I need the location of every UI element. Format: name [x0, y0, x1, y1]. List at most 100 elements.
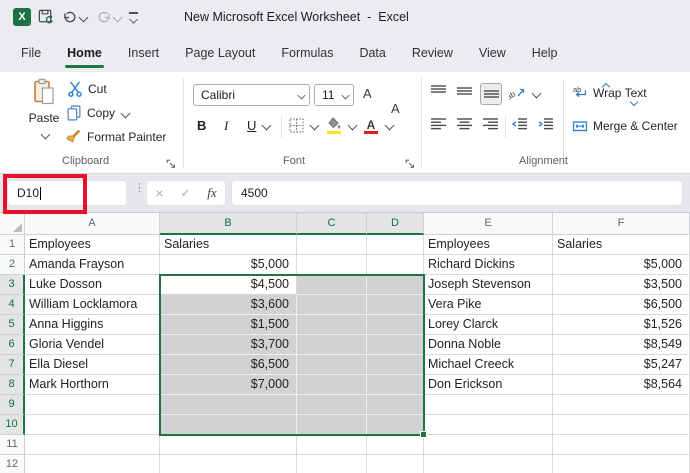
- row-header-5[interactable]: 5: [0, 315, 25, 335]
- cell-F4[interactable]: $6,500: [553, 295, 690, 315]
- cell-B12[interactable]: [160, 455, 297, 473]
- borders-dropdown-icon[interactable]: [310, 121, 320, 131]
- cell-E2[interactable]: Richard Dickins: [424, 255, 553, 275]
- cell-E7[interactable]: Michael Creeck: [424, 355, 553, 375]
- cell-C2[interactable]: [297, 255, 367, 275]
- font-color-dropdown-icon[interactable]: [385, 120, 395, 130]
- align-center-button[interactable]: [456, 118, 472, 134]
- col-header-C[interactable]: C: [297, 213, 367, 235]
- font-name-dropdown-icon[interactable]: [298, 91, 306, 99]
- cell-F5[interactable]: $1,526: [553, 315, 690, 335]
- copy-dropdown-icon[interactable]: [121, 108, 131, 118]
- cell-F7[interactable]: $5,247: [553, 355, 690, 375]
- align-right-button[interactable]: [482, 118, 498, 134]
- cell-F12[interactable]: [553, 455, 690, 473]
- middle-align-button[interactable]: [456, 85, 472, 101]
- formula-bar-handle[interactable]: ⋮: [134, 186, 145, 191]
- cell-F10[interactable]: [553, 415, 690, 435]
- col-header-A[interactable]: A: [25, 213, 160, 235]
- underline-dropdown-icon[interactable]: [262, 121, 272, 131]
- cell-F2[interactable]: $5,000: [553, 255, 690, 275]
- cell-C11[interactable]: [297, 435, 367, 455]
- cell-D2[interactable]: [367, 255, 424, 275]
- row-header-1[interactable]: 1: [0, 235, 25, 255]
- insert-function-icon[interactable]: fx: [207, 185, 216, 201]
- row-header-3[interactable]: 3: [0, 275, 25, 295]
- cell-B2[interactable]: $5,000: [160, 255, 297, 275]
- undo-button[interactable]: [62, 9, 87, 25]
- fill-color-dropdown-icon[interactable]: [348, 120, 358, 130]
- merge-center-button[interactable]: Merge & Center: [572, 118, 678, 134]
- tab-help[interactable]: Help: [519, 34, 571, 72]
- tab-data[interactable]: Data: [346, 34, 398, 72]
- increase-indent-button[interactable]: [537, 118, 553, 134]
- save-button[interactable]: [38, 9, 54, 25]
- font-color-button[interactable]: A: [363, 116, 393, 134]
- fill-color-button[interactable]: [326, 116, 356, 134]
- top-align-button[interactable]: [430, 85, 446, 101]
- underline-button[interactable]: U: [247, 118, 270, 133]
- cell-A4[interactable]: William Locklamora: [25, 295, 160, 315]
- cell-D11[interactable]: [367, 435, 424, 455]
- decrease-indent-button[interactable]: [511, 118, 527, 134]
- paste-dropdown-icon[interactable]: [40, 130, 50, 140]
- format-painter-button[interactable]: Format Painter: [66, 129, 166, 145]
- row-header-4[interactable]: 4: [0, 295, 25, 315]
- cell-E3[interactable]: Joseph Stevenson: [424, 275, 553, 295]
- tab-insert[interactable]: Insert: [115, 34, 172, 72]
- undo-dropdown-icon[interactable]: [79, 12, 89, 22]
- cell-F8[interactable]: $8,564: [553, 375, 690, 395]
- tab-file[interactable]: File: [8, 34, 54, 72]
- enter-icon[interactable]: ✓: [180, 186, 190, 200]
- row-header-2[interactable]: 2: [0, 255, 25, 275]
- col-header-F[interactable]: F: [553, 213, 690, 235]
- cell-A5[interactable]: Anna Higgins: [25, 315, 160, 335]
- tab-review[interactable]: Review: [399, 34, 466, 72]
- tab-page-layout[interactable]: Page Layout: [172, 34, 268, 72]
- cell-E11[interactable]: [424, 435, 553, 455]
- cell-E5[interactable]: Lorey Clarck: [424, 315, 553, 335]
- cell-A6[interactable]: Gloria Vendel: [25, 335, 160, 355]
- cell-A3[interactable]: Luke Dosson: [25, 275, 160, 295]
- cut-button[interactable]: Cut: [67, 81, 107, 97]
- cell-A1[interactable]: Employees: [25, 235, 160, 255]
- formula-input[interactable]: 4500: [231, 180, 683, 206]
- tab-home[interactable]: Home: [54, 34, 115, 72]
- cell-C1[interactable]: [297, 235, 367, 255]
- paste-button[interactable]: Paste: [22, 78, 66, 143]
- wrap-text-button[interactable]: ab Wrap Text: [572, 85, 647, 101]
- cell-E10[interactable]: [424, 415, 553, 435]
- row-header-12[interactable]: 12: [0, 455, 25, 473]
- col-header-D[interactable]: D: [367, 213, 424, 235]
- bold-button[interactable]: B: [197, 118, 206, 133]
- orientation-dropdown-icon[interactable]: [532, 88, 542, 98]
- cell-D1[interactable]: [367, 235, 424, 255]
- select-all-button[interactable]: [0, 213, 25, 235]
- cell-E6[interactable]: Donna Noble: [424, 335, 553, 355]
- row-header-7[interactable]: 7: [0, 355, 25, 375]
- cell-D12[interactable]: [367, 455, 424, 473]
- cell-A9[interactable]: [25, 395, 160, 415]
- cell-A10[interactable]: [25, 415, 160, 435]
- cell-E1[interactable]: Employees: [424, 235, 553, 255]
- font-size-dropdown-icon[interactable]: [342, 91, 350, 99]
- italic-button[interactable]: I: [224, 118, 228, 134]
- cell-F11[interactable]: [553, 435, 690, 455]
- row-header-10[interactable]: 10: [0, 415, 25, 435]
- cell-F9[interactable]: [553, 395, 690, 415]
- font-dialog-launcher[interactable]: [405, 156, 415, 174]
- cell-E9[interactable]: [424, 395, 553, 415]
- orientation-button[interactable]: ab: [509, 85, 540, 101]
- cell-F3[interactable]: $3,500: [553, 275, 690, 295]
- copy-button[interactable]: Copy: [66, 105, 129, 121]
- cell-F1[interactable]: Salaries: [553, 235, 690, 255]
- cell-E4[interactable]: Vera Pike: [424, 295, 553, 315]
- cell-B1[interactable]: Salaries: [160, 235, 297, 255]
- row-header-8[interactable]: 8: [0, 375, 25, 395]
- col-header-E[interactable]: E: [424, 213, 553, 235]
- cancel-icon[interactable]: ×: [155, 185, 163, 201]
- fill-handle[interactable]: [420, 431, 427, 438]
- tab-formulas[interactable]: Formulas: [268, 34, 346, 72]
- row-header-6[interactable]: 6: [0, 335, 25, 355]
- cell-A11[interactable]: [25, 435, 160, 455]
